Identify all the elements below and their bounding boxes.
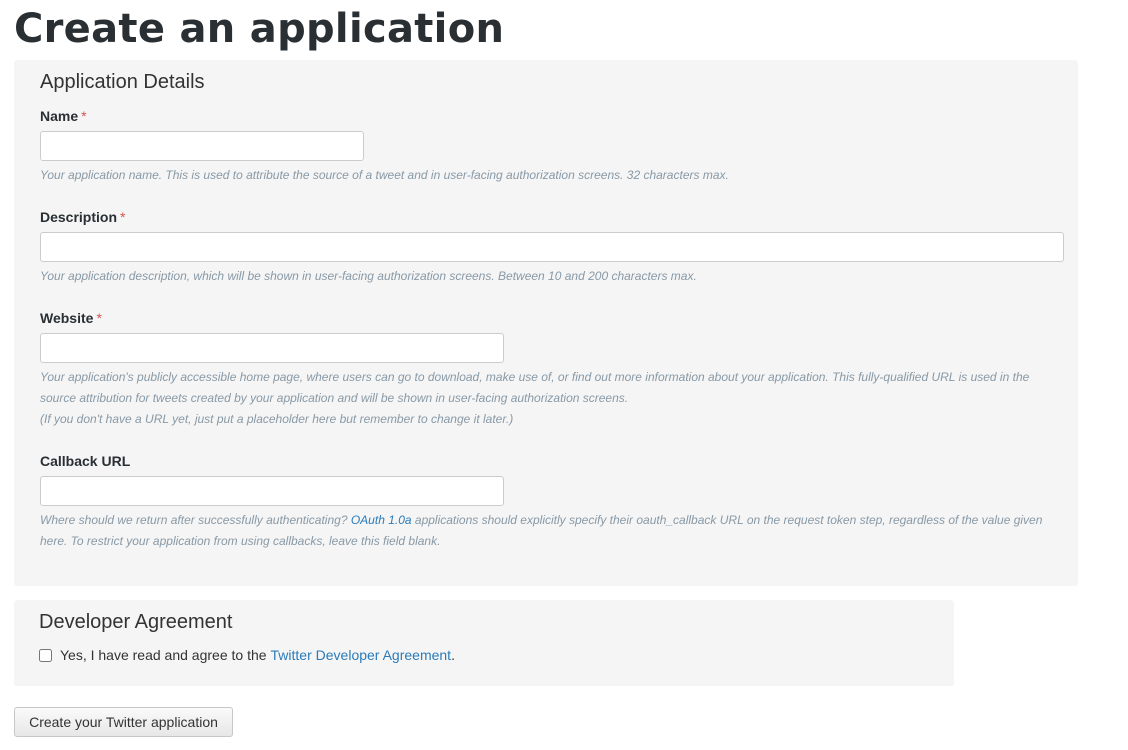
section-title-application-details: Application Details (40, 71, 205, 93)
website-help-note: (If you don't have a URL yet, just put a… (40, 412, 514, 426)
callback-url-label-text: Callback URL (40, 453, 131, 469)
name-help-text: Your application name. This is used to a… (40, 168, 729, 182)
developer-agreement-link[interactable]: Twitter Developer Agreement (271, 647, 452, 663)
description-help-text: Your application description, which will… (40, 269, 697, 283)
agreement-checkbox-label[interactable]: Yes, I have read and agree to the (60, 647, 267, 663)
create-application-button[interactable]: Create your Twitter application (14, 707, 233, 737)
website-label: Website * (40, 310, 102, 326)
oauth-link[interactable]: OAuth 1.0a (351, 513, 412, 527)
name-label-text: Name (40, 108, 79, 124)
agreement-checkbox[interactable] (39, 648, 52, 662)
callback-url-label: Callback URL (40, 453, 130, 469)
description-input[interactable] (40, 232, 1064, 262)
name-input[interactable] (40, 131, 364, 161)
website-label-text: Website (40, 310, 94, 326)
website-help-text: Your application's publicly accessible h… (40, 370, 1030, 405)
callback-url-input[interactable] (40, 476, 504, 506)
application-details-panel: Application Details Name * Your applicati… (14, 60, 1078, 586)
page-title: Create an application (14, 6, 505, 52)
description-label: Description * (40, 209, 125, 225)
developer-agreement-panel: Developer Agreement Yes, I have read and… (14, 600, 954, 686)
name-label: Name * (40, 108, 87, 124)
agreement-suffix: . (451, 647, 455, 663)
callback-help-before: Where should we return after successfull… (40, 513, 348, 527)
callback-url-help-text: Where should we return after successfull… (40, 510, 1070, 552)
description-label-text: Description (40, 209, 118, 225)
agreement-row: Yes, I have read and agree to the Twitte… (39, 647, 455, 663)
required-marker: * (81, 108, 87, 124)
website-help: Your application's publicly accessible h… (40, 367, 1060, 430)
section-title-developer-agreement: Developer Agreement (39, 611, 233, 633)
website-input[interactable] (40, 333, 504, 363)
required-marker: * (96, 310, 102, 326)
required-marker: * (120, 209, 126, 225)
